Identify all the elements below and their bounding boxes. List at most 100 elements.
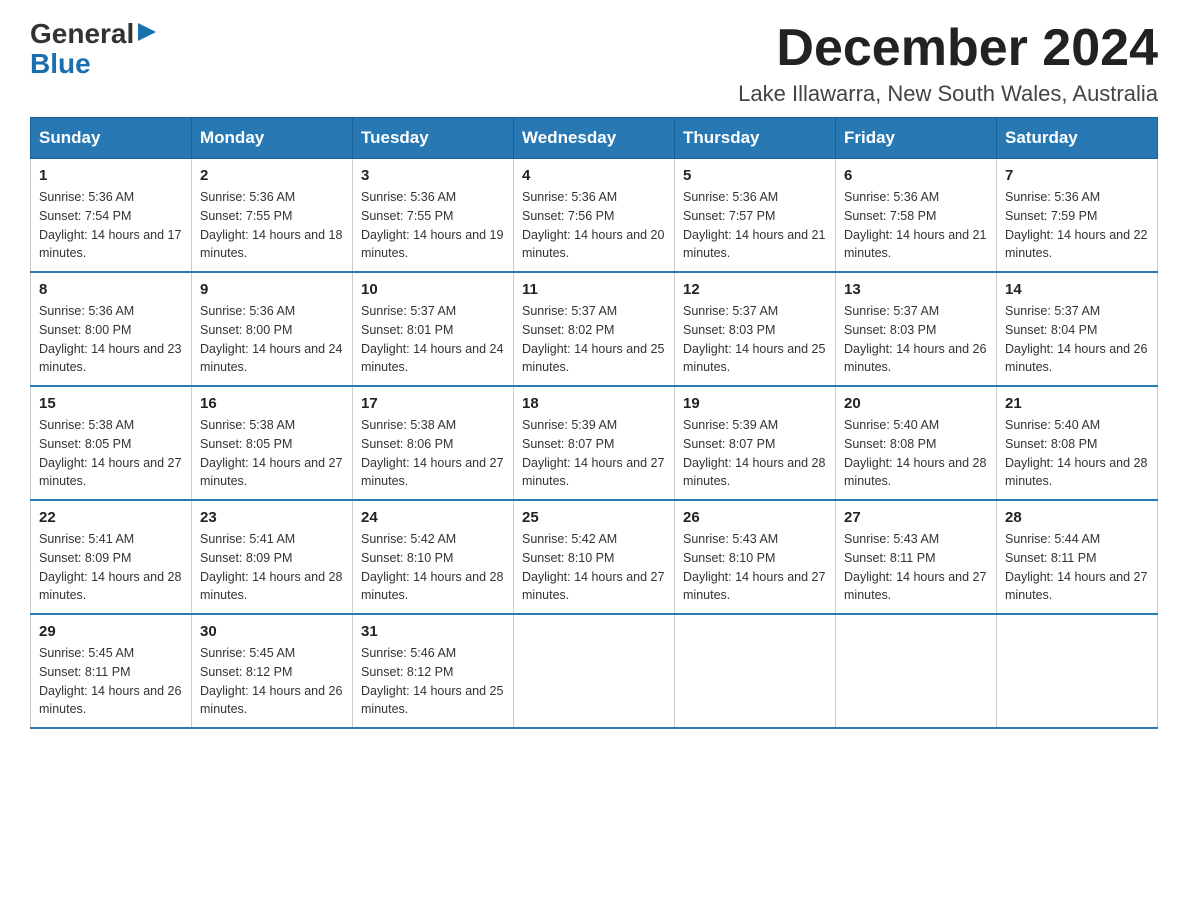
calendar-cell: 10 Sunrise: 5:37 AMSunset: 8:01 PMDaylig… (353, 272, 514, 386)
calendar-week-row: 22 Sunrise: 5:41 AMSunset: 8:09 PMDaylig… (31, 500, 1158, 614)
calendar-cell (997, 614, 1158, 728)
weekday-header-row: SundayMondayTuesdayWednesdayThursdayFrid… (31, 118, 1158, 159)
day-info: Sunrise: 5:46 AMSunset: 8:12 PMDaylight:… (361, 644, 505, 719)
weekday-header-tuesday: Tuesday (353, 118, 514, 159)
calendar-cell (514, 614, 675, 728)
calendar-cell: 4 Sunrise: 5:36 AMSunset: 7:56 PMDayligh… (514, 159, 675, 273)
weekday-header-thursday: Thursday (675, 118, 836, 159)
day-info: Sunrise: 5:36 AMSunset: 7:55 PMDaylight:… (200, 188, 344, 263)
calendar-week-row: 1 Sunrise: 5:36 AMSunset: 7:54 PMDayligh… (31, 159, 1158, 273)
calendar-cell: 1 Sunrise: 5:36 AMSunset: 7:54 PMDayligh… (31, 159, 192, 273)
day-info: Sunrise: 5:36 AMSunset: 7:55 PMDaylight:… (361, 188, 505, 263)
day-number: 18 (522, 395, 666, 412)
calendar-cell: 29 Sunrise: 5:45 AMSunset: 8:11 PMDaylig… (31, 614, 192, 728)
day-info: Sunrise: 5:43 AMSunset: 8:11 PMDaylight:… (844, 530, 988, 605)
calendar-cell: 13 Sunrise: 5:37 AMSunset: 8:03 PMDaylig… (836, 272, 997, 386)
day-info: Sunrise: 5:37 AMSunset: 8:04 PMDaylight:… (1005, 302, 1149, 377)
day-number: 10 (361, 281, 505, 298)
day-number: 14 (1005, 281, 1149, 298)
day-info: Sunrise: 5:42 AMSunset: 8:10 PMDaylight:… (522, 530, 666, 605)
calendar-cell: 16 Sunrise: 5:38 AMSunset: 8:05 PMDaylig… (192, 386, 353, 500)
day-number: 31 (361, 623, 505, 640)
logo-general: General (30, 20, 134, 48)
day-number: 11 (522, 281, 666, 298)
day-number: 23 (200, 509, 344, 526)
day-info: Sunrise: 5:36 AMSunset: 7:56 PMDaylight:… (522, 188, 666, 263)
calendar-cell: 20 Sunrise: 5:40 AMSunset: 8:08 PMDaylig… (836, 386, 997, 500)
day-info: Sunrise: 5:36 AMSunset: 7:57 PMDaylight:… (683, 188, 827, 263)
day-info: Sunrise: 5:40 AMSunset: 8:08 PMDaylight:… (1005, 416, 1149, 491)
day-number: 21 (1005, 395, 1149, 412)
day-info: Sunrise: 5:44 AMSunset: 8:11 PMDaylight:… (1005, 530, 1149, 605)
day-info: Sunrise: 5:38 AMSunset: 8:06 PMDaylight:… (361, 416, 505, 491)
day-info: Sunrise: 5:36 AMSunset: 7:54 PMDaylight:… (39, 188, 183, 263)
page-header: General Blue December 2024 Lake Illawarr… (30, 20, 1158, 107)
calendar-table: SundayMondayTuesdayWednesdayThursdayFrid… (30, 117, 1158, 729)
month-title: December 2024 (738, 20, 1158, 77)
day-info: Sunrise: 5:39 AMSunset: 8:07 PMDaylight:… (522, 416, 666, 491)
calendar-cell: 26 Sunrise: 5:43 AMSunset: 8:10 PMDaylig… (675, 500, 836, 614)
day-info: Sunrise: 5:45 AMSunset: 8:12 PMDaylight:… (200, 644, 344, 719)
calendar-cell: 30 Sunrise: 5:45 AMSunset: 8:12 PMDaylig… (192, 614, 353, 728)
day-info: Sunrise: 5:38 AMSunset: 8:05 PMDaylight:… (200, 416, 344, 491)
day-number: 30 (200, 623, 344, 640)
day-number: 19 (683, 395, 827, 412)
weekday-header-sunday: Sunday (31, 118, 192, 159)
calendar-cell: 11 Sunrise: 5:37 AMSunset: 8:02 PMDaylig… (514, 272, 675, 386)
calendar-cell: 14 Sunrise: 5:37 AMSunset: 8:04 PMDaylig… (997, 272, 1158, 386)
day-info: Sunrise: 5:40 AMSunset: 8:08 PMDaylight:… (844, 416, 988, 491)
day-info: Sunrise: 5:36 AMSunset: 8:00 PMDaylight:… (200, 302, 344, 377)
calendar-cell: 23 Sunrise: 5:41 AMSunset: 8:09 PMDaylig… (192, 500, 353, 614)
calendar-cell: 5 Sunrise: 5:36 AMSunset: 7:57 PMDayligh… (675, 159, 836, 273)
calendar-cell (836, 614, 997, 728)
calendar-cell: 2 Sunrise: 5:36 AMSunset: 7:55 PMDayligh… (192, 159, 353, 273)
day-info: Sunrise: 5:41 AMSunset: 8:09 PMDaylight:… (200, 530, 344, 605)
day-info: Sunrise: 5:39 AMSunset: 8:07 PMDaylight:… (683, 416, 827, 491)
day-number: 15 (39, 395, 183, 412)
day-info: Sunrise: 5:37 AMSunset: 8:03 PMDaylight:… (844, 302, 988, 377)
calendar-week-row: 8 Sunrise: 5:36 AMSunset: 8:00 PMDayligh… (31, 272, 1158, 386)
day-info: Sunrise: 5:43 AMSunset: 8:10 PMDaylight:… (683, 530, 827, 605)
day-info: Sunrise: 5:37 AMSunset: 8:02 PMDaylight:… (522, 302, 666, 377)
day-number: 22 (39, 509, 183, 526)
day-info: Sunrise: 5:36 AMSunset: 8:00 PMDaylight:… (39, 302, 183, 377)
calendar-cell: 25 Sunrise: 5:42 AMSunset: 8:10 PMDaylig… (514, 500, 675, 614)
weekday-header-friday: Friday (836, 118, 997, 159)
day-info: Sunrise: 5:37 AMSunset: 8:01 PMDaylight:… (361, 302, 505, 377)
day-number: 9 (200, 281, 344, 298)
weekday-header-saturday: Saturday (997, 118, 1158, 159)
calendar-cell: 21 Sunrise: 5:40 AMSunset: 8:08 PMDaylig… (997, 386, 1158, 500)
day-info: Sunrise: 5:36 AMSunset: 7:59 PMDaylight:… (1005, 188, 1149, 263)
day-number: 28 (1005, 509, 1149, 526)
calendar-week-row: 29 Sunrise: 5:45 AMSunset: 8:11 PMDaylig… (31, 614, 1158, 728)
day-number: 12 (683, 281, 827, 298)
calendar-cell: 24 Sunrise: 5:42 AMSunset: 8:10 PMDaylig… (353, 500, 514, 614)
weekday-header-wednesday: Wednesday (514, 118, 675, 159)
calendar-cell: 8 Sunrise: 5:36 AMSunset: 8:00 PMDayligh… (31, 272, 192, 386)
logo: General Blue (30, 20, 158, 80)
day-info: Sunrise: 5:45 AMSunset: 8:11 PMDaylight:… (39, 644, 183, 719)
day-number: 29 (39, 623, 183, 640)
calendar-cell: 3 Sunrise: 5:36 AMSunset: 7:55 PMDayligh… (353, 159, 514, 273)
calendar-cell: 18 Sunrise: 5:39 AMSunset: 8:07 PMDaylig… (514, 386, 675, 500)
day-number: 13 (844, 281, 988, 298)
calendar-cell: 9 Sunrise: 5:36 AMSunset: 8:00 PMDayligh… (192, 272, 353, 386)
day-info: Sunrise: 5:41 AMSunset: 8:09 PMDaylight:… (39, 530, 183, 605)
day-number: 3 (361, 167, 505, 184)
day-info: Sunrise: 5:37 AMSunset: 8:03 PMDaylight:… (683, 302, 827, 377)
calendar-cell: 27 Sunrise: 5:43 AMSunset: 8:11 PMDaylig… (836, 500, 997, 614)
calendar-cell: 7 Sunrise: 5:36 AMSunset: 7:59 PMDayligh… (997, 159, 1158, 273)
calendar-cell (675, 614, 836, 728)
day-info: Sunrise: 5:36 AMSunset: 7:58 PMDaylight:… (844, 188, 988, 263)
day-number: 7 (1005, 167, 1149, 184)
weekday-header-monday: Monday (192, 118, 353, 159)
day-info: Sunrise: 5:42 AMSunset: 8:10 PMDaylight:… (361, 530, 505, 605)
day-number: 24 (361, 509, 505, 526)
day-number: 16 (200, 395, 344, 412)
day-number: 2 (200, 167, 344, 184)
day-number: 4 (522, 167, 666, 184)
calendar-cell: 31 Sunrise: 5:46 AMSunset: 8:12 PMDaylig… (353, 614, 514, 728)
location-title: Lake Illawarra, New South Wales, Austral… (738, 81, 1158, 107)
day-number: 17 (361, 395, 505, 412)
day-number: 27 (844, 509, 988, 526)
